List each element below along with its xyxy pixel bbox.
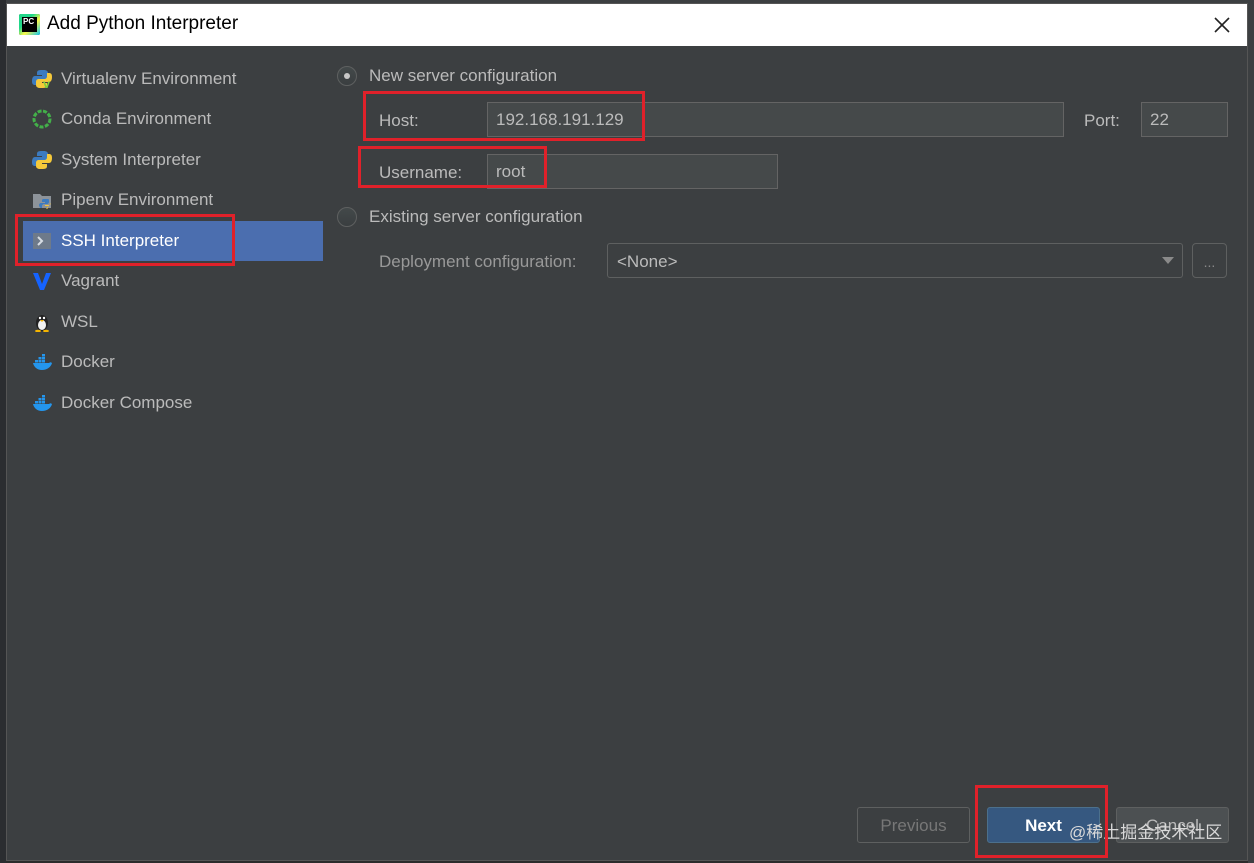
sidebar-item-docker-compose[interactable]: Docker Compose	[23, 383, 323, 423]
previous-button[interactable]: Previous	[857, 807, 970, 843]
sidebar-item-label: SSH Interpreter	[61, 231, 180, 250]
background-ide-edge-right	[1248, 0, 1254, 863]
sidebar-item-virtualenv[interactable]: V Virtualenv Environment	[23, 59, 323, 99]
sidebar-item-label: Vagrant	[61, 271, 120, 290]
sidebar-item-label: Docker	[61, 352, 115, 371]
sidebar-item-label: Pipenv Environment	[61, 190, 214, 209]
python-icon	[32, 150, 52, 170]
deployment-configuration-value: <None>	[617, 252, 678, 271]
conda-icon	[32, 109, 52, 129]
existing-server-radio[interactable]	[337, 207, 357, 227]
sidebar-item-vagrant[interactable]: Vagrant	[23, 261, 323, 301]
port-label: Port:	[1084, 111, 1120, 130]
ssh-terminal-icon	[32, 231, 52, 251]
close-icon[interactable]	[1207, 10, 1237, 40]
pycharm-app-icon: PC	[19, 14, 40, 35]
sidebar-item-docker[interactable]: Docker	[23, 342, 323, 382]
python-virtualenv-icon: V	[32, 69, 52, 91]
sidebar-item-label: WSL	[61, 312, 98, 331]
docker-icon	[32, 352, 52, 372]
interpreter-type-list: V Virtualenv Environment Conda Environme…	[7, 46, 323, 860]
username-input[interactable]: root	[487, 154, 778, 189]
dialog-title: Add Python Interpreter	[47, 13, 239, 34]
title-bar: PC Add Python Interpreter	[7, 4, 1247, 46]
browse-deployment-button[interactable]: ...	[1192, 243, 1227, 278]
linux-penguin-icon	[32, 312, 52, 333]
username-label: Username:	[379, 163, 463, 182]
svg-text:V: V	[43, 81, 50, 89]
sidebar-item-label: Virtualenv Environment	[61, 69, 237, 88]
host-label: Host:	[379, 111, 419, 130]
new-server-label: New server configuration	[369, 66, 558, 85]
deployment-configuration-select[interactable]: <None>	[607, 243, 1183, 278]
watermark: @稀土掘金技术社区	[1069, 823, 1223, 842]
sidebar-item-label: Conda Environment	[61, 109, 212, 128]
new-server-radio[interactable]	[337, 66, 357, 86]
port-input[interactable]: 22	[1141, 102, 1228, 137]
chevron-down-icon	[1162, 257, 1174, 264]
sidebar-item-label: System Interpreter	[61, 150, 201, 169]
add-python-interpreter-dialog: PC Add Python Interpreter V Virtualenv E…	[6, 3, 1248, 861]
sidebar-item-label: Docker Compose	[61, 393, 193, 412]
sidebar-item-system-interpreter[interactable]: System Interpreter	[23, 140, 323, 180]
deployment-configuration-label: Deployment configuration:	[379, 252, 577, 271]
sidebar-item-conda[interactable]: Conda Environment	[23, 99, 323, 139]
host-input[interactable]: 192.168.191.129	[487, 102, 1064, 137]
sidebar-item-pipenv[interactable]: Pipenv Environment	[23, 180, 323, 220]
docker-compose-icon	[32, 393, 52, 413]
sidebar-item-ssh-interpreter[interactable]: SSH Interpreter	[23, 221, 323, 261]
ssh-configuration-panel: New server configuration Host: 192.168.1…	[323, 46, 1247, 786]
sidebar-item-wsl[interactable]: WSL	[23, 302, 323, 342]
pipenv-folder-icon	[32, 190, 52, 210]
existing-server-label: Existing server configuration	[369, 207, 583, 226]
vagrant-icon	[32, 271, 52, 291]
